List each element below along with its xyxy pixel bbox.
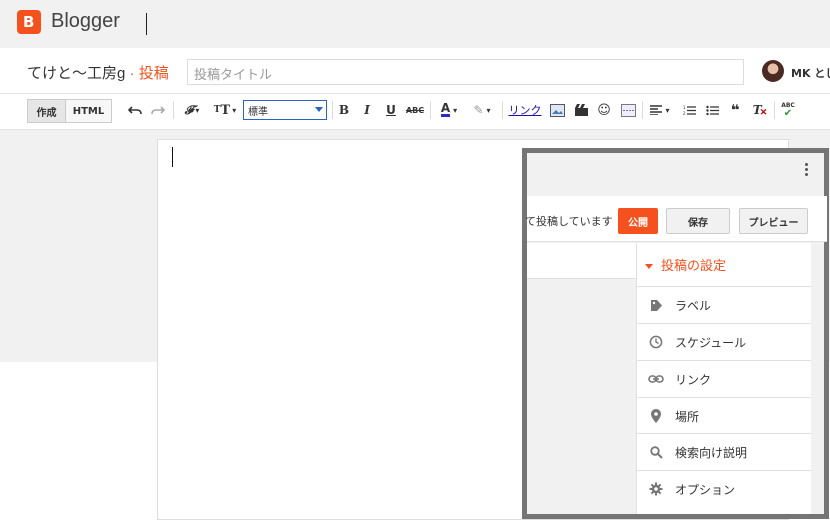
toolbar-divider [642, 101, 643, 119]
font-size-icon[interactable]: T T ▾ [210, 101, 240, 119]
post-title-input[interactable]: 投稿タイトル [187, 59, 744, 85]
blogger-logo-icon[interactable]: B [17, 10, 41, 34]
post-settings-title[interactable]: 投稿の設定 [645, 255, 726, 274]
redo-icon[interactable] [150, 101, 166, 119]
toolbar-divider [173, 101, 174, 119]
sidebar-item-search-description[interactable]: 検索向け説明 [637, 433, 811, 470]
logo-letter: B [23, 13, 35, 31]
insert-link-button[interactable]: リンク [507, 101, 543, 119]
italic-icon[interactable]: I [360, 101, 374, 119]
emoji-icon[interactable]: ☺ [596, 101, 612, 119]
post-settings-label: 投稿の設定 [661, 259, 727, 274]
publish-button[interactable]: 公開 [618, 208, 658, 234]
caret-down-icon [645, 264, 653, 269]
svg-text:1: 1 [683, 105, 686, 110]
highlight-color-icon[interactable]: ✎ ▾ [468, 101, 496, 119]
top-app-bar [0, 0, 830, 48]
sidebar-item-label: オプション [675, 482, 736, 497]
insert-video-icon[interactable] [572, 101, 590, 119]
paragraph-format-select[interactable]: 標準 [243, 100, 327, 120]
draft-status: て投稿しています [525, 215, 613, 228]
spellcheck-icon[interactable]: ABC ✔ [779, 101, 797, 119]
breadcrumb-separator: · [129, 65, 135, 82]
breadcrumb: てけと〜工房g · 投稿 [27, 62, 169, 83]
pin-icon [645, 409, 667, 423]
insert-image-icon[interactable] [548, 101, 566, 119]
sidebar-item-options[interactable]: オプション [637, 470, 811, 507]
brand-name[interactable]: Blogger [51, 10, 120, 33]
compose-mode-button[interactable]: 作成 [27, 99, 66, 123]
sidebar-item-labels[interactable]: ラベル [637, 286, 811, 323]
editor-toolbar-strip [527, 243, 636, 279]
page-background [0, 362, 157, 520]
chevron-down-icon [315, 107, 323, 112]
sidebar-item-schedule[interactable]: スケジュール [637, 323, 811, 360]
font-family-icon[interactable]: 𝓕 ▾ [178, 101, 206, 119]
sidebar-item-label: 検索向け説明 [675, 445, 748, 460]
label-icon [645, 299, 667, 312]
toolbar-divider [502, 101, 503, 119]
text-cursor [172, 147, 173, 167]
header-divider [146, 13, 147, 35]
sidebar-item-label: リンク [675, 372, 712, 387]
insert-link-label: リンク [508, 104, 542, 117]
user-avatar[interactable] [762, 60, 784, 82]
svg-text:2: 2 [683, 111, 686, 116]
more-options-icon[interactable] [805, 163, 809, 179]
sidebar-item-label: スケジュール [675, 335, 747, 350]
toolbar-divider [774, 101, 775, 119]
clock-icon [645, 335, 667, 349]
numbered-list-icon[interactable]: 12 [681, 101, 697, 119]
save-button[interactable]: 保存 [666, 208, 730, 234]
preview-button[interactable]: プレビュー [739, 208, 808, 234]
strikethrough-icon[interactable]: ABC [406, 101, 424, 119]
sidebar-item-links[interactable]: リンク [637, 360, 811, 397]
undo-icon[interactable] [127, 101, 143, 119]
underline-icon[interactable]: U [384, 101, 398, 119]
html-mode-button[interactable]: HTML [65, 99, 112, 123]
user-name[interactable]: MK とし [791, 65, 830, 81]
sidebar-item-label: 場所 [675, 409, 700, 424]
align-icon[interactable]: ▾ [647, 101, 673, 119]
paragraph-format-value: 標準 [248, 107, 268, 118]
gear-icon [645, 482, 667, 496]
link-icon [645, 374, 667, 384]
editor-area-strip [527, 280, 636, 514]
blog-name[interactable]: てけと〜工房g [27, 65, 125, 82]
toolbar-divider [430, 101, 431, 119]
breadcrumb-posts[interactable]: 投稿 [139, 65, 169, 82]
quote-icon[interactable]: ❝ [727, 101, 743, 119]
bulleted-list-icon[interactable] [704, 101, 720, 119]
clear-formatting-icon[interactable]: T ✕ [751, 101, 769, 119]
sidebar-item-label: ラベル [675, 298, 712, 313]
text-color-icon[interactable]: A ▾ [435, 101, 463, 119]
search-icon [645, 445, 667, 459]
sidebar-item-location[interactable]: 場所 [637, 397, 811, 434]
bold-icon[interactable]: B [337, 101, 351, 119]
toolbar-divider [332, 101, 333, 119]
jump-break-icon[interactable] [619, 101, 637, 119]
